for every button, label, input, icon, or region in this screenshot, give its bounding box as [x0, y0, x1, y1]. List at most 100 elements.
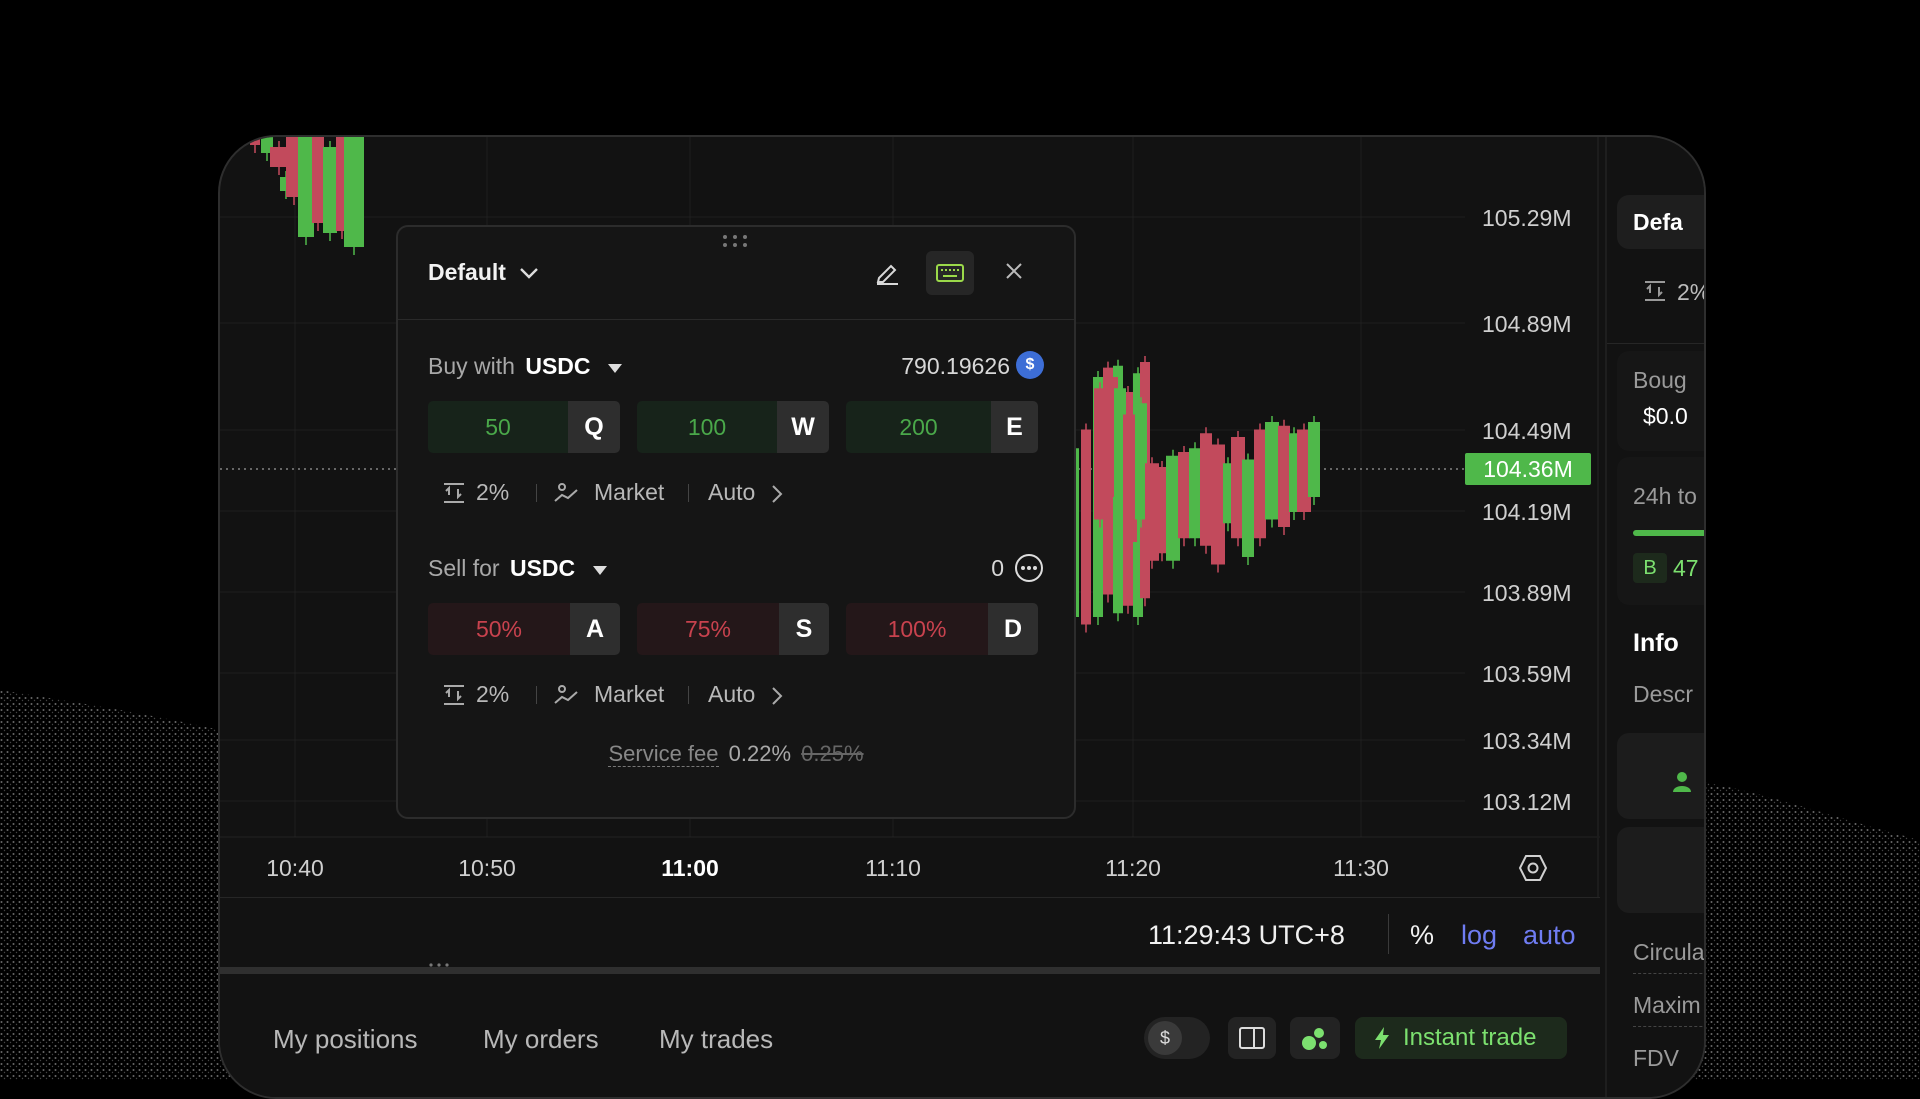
tab-my-orders[interactable]: My orders — [483, 1024, 599, 1055]
candle-body — [270, 147, 288, 167]
buy-order-type: Market — [594, 479, 665, 505]
time-tick: 11:20 — [1105, 855, 1161, 881]
description-label: Descr — [1633, 681, 1694, 707]
buy-token-selector[interactable]: Buy with USDC — [428, 353, 623, 380]
chevron-down-icon — [520, 268, 539, 279]
buy-options-row[interactable]: 2% Market Auto — [438, 479, 1038, 509]
tab-my-positions[interactable]: My positions — [273, 1024, 418, 1055]
price-tick: 103.12M — [1482, 789, 1572, 815]
candle-body — [323, 147, 337, 233]
sell-amount-button[interactable]: 100% D — [846, 603, 1038, 655]
buy-amount-button[interactable]: 200 E — [846, 401, 1038, 453]
buy-amount-button[interactable]: 50 Q — [428, 401, 620, 453]
usdc-token-icon: $ — [1016, 351, 1044, 379]
percent-scale-toggle[interactable]: % — [1410, 920, 1434, 951]
candle-body — [312, 137, 324, 223]
price-tick: 104.89M — [1482, 311, 1572, 337]
time-tick: 11:30 — [1333, 855, 1389, 881]
auto-scale-toggle[interactable]: auto — [1523, 920, 1576, 951]
chevron-right-icon — [772, 485, 783, 503]
link-card[interactable] — [1617, 827, 1704, 913]
sell-balance: 0 — [991, 555, 1004, 581]
candle-body — [1081, 429, 1091, 625]
instant-trade-button[interactable]: Instant trade — [1355, 1017, 1567, 1059]
app-window: 105.29M 104.89M 104.49M 104.19M 103.89M … — [218, 135, 1706, 1099]
sell-token-selector[interactable]: Sell for USDC — [428, 555, 608, 582]
panel-resize-handle[interactable] — [220, 963, 1600, 974]
preset-selector[interactable]: Default — [428, 259, 540, 286]
candle-body — [1166, 455, 1180, 561]
sell-options-row[interactable]: 2% Market Auto — [438, 681, 1038, 711]
price-tick: 105.29M — [1482, 205, 1572, 231]
sell-amount-button[interactable]: 50% A — [428, 603, 620, 655]
keyboard-toggle-button[interactable] — [926, 251, 974, 295]
more-icon[interactable] — [1014, 553, 1044, 583]
bought-value: $0.0 — [1643, 403, 1688, 429]
volume-card: 24h to B 47 — [1617, 457, 1704, 605]
hotkey-badge: E — [991, 401, 1038, 453]
chevron-right-icon — [772, 687, 783, 705]
buy-badge: B — [1633, 553, 1667, 583]
candle-body — [1254, 429, 1266, 539]
price-tick: 104.49M — [1482, 418, 1572, 444]
panel-header: Default — [398, 227, 1074, 320]
price-tick: 103.89M — [1482, 580, 1572, 606]
service-fee-label: Service fee — [608, 741, 719, 767]
circulating-label: Circula — [1633, 939, 1705, 965]
candle-body — [250, 137, 260, 145]
buy-slippage: 2% — [476, 479, 510, 505]
sell-mode: Auto — [708, 681, 756, 707]
buy-label: Buy with — [428, 353, 515, 379]
tab-my-trades[interactable]: My trades — [659, 1024, 773, 1055]
clock: 11:29:43 UTC+8 — [1148, 920, 1345, 950]
caret-down-icon — [592, 566, 607, 575]
hotkey-badge: Q — [568, 401, 620, 453]
slippage-value: 2% — [1677, 279, 1704, 305]
market-order-icon — [554, 685, 578, 704]
time-tick: 10:50 — [458, 855, 516, 881]
candle-body — [344, 137, 364, 247]
volume-label: 24h to — [1633, 483, 1697, 509]
price-tick: 103.34M — [1482, 728, 1572, 754]
slippage-icon — [444, 685, 464, 705]
bubble-map-button[interactable] — [1290, 1017, 1340, 1059]
layout-toggle-button[interactable] — [1228, 1017, 1276, 1059]
service-fee-value: 0.22% — [728, 741, 792, 766]
chart-settings-icon[interactable] — [1518, 853, 1548, 883]
buy-balance: 790.19626 — [901, 353, 1010, 379]
buy-amount-value: 200 — [846, 401, 991, 453]
hotkey-badge: A — [570, 603, 620, 655]
sell-amount-button[interactable]: 75% S — [637, 603, 829, 655]
log-scale-toggle[interactable]: log — [1461, 920, 1497, 951]
keyboard-icon — [936, 264, 964, 282]
buy-amount-value: 100 — [637, 401, 777, 453]
drag-handle-icon[interactable] — [722, 233, 748, 249]
service-fee: Service fee 0.22% 0.25% — [398, 741, 1074, 767]
edit-icon[interactable] — [874, 259, 900, 285]
candle-body — [1211, 444, 1225, 565]
caret-down-icon — [607, 364, 622, 373]
social-card[interactable] — [1617, 733, 1704, 819]
sell-amount-value: 100% — [846, 603, 988, 655]
buy-amount-button[interactable]: 100 W — [637, 401, 829, 453]
sell-amount-value: 75% — [637, 603, 779, 655]
time-tick: 10:40 — [266, 855, 324, 881]
close-icon[interactable] — [1004, 261, 1024, 281]
bottom-tabs: My positions My orders My trades $ Insta… — [220, 974, 1600, 1097]
slippage-icon — [1645, 281, 1665, 301]
bought-card: Boug $0.0 — [1617, 351, 1704, 451]
bought-label: Boug — [1633, 367, 1687, 393]
buy-amount-value: 50 — [428, 401, 568, 453]
preset-label: Default — [428, 259, 506, 285]
preset-tab[interactable]: Defa — [1617, 195, 1704, 249]
currency-toggle[interactable]: $ — [1144, 1017, 1210, 1059]
time-tick: 11:00 — [661, 855, 719, 881]
sell-label: Sell for — [428, 555, 500, 581]
sell-token: USDC — [509, 555, 576, 581]
candle-body — [1278, 425, 1290, 527]
volume-value: 47 — [1673, 555, 1699, 581]
candle-body — [1157, 467, 1167, 554]
candle-body — [1189, 448, 1201, 539]
candle-body — [1242, 459, 1254, 557]
buy-token: USDC — [525, 353, 591, 379]
